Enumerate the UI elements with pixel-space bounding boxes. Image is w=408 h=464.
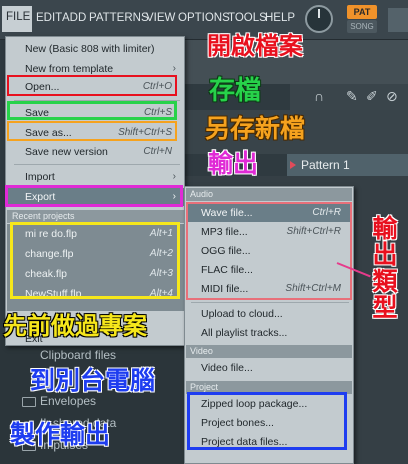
save-highlight-box — [7, 101, 177, 120]
pencil-icon[interactable]: ✎ — [346, 88, 358, 105]
menubar: FILE EDIT ADD PATTERNS VIEW OPTIONS TOOL… — [0, 0, 408, 40]
annotation-save-as: 另存新檔 — [205, 114, 306, 143]
master-volume-knob[interactable] — [305, 5, 333, 33]
play-button[interactable] — [388, 8, 408, 32]
menu-patterns[interactable]: PATTERNS — [89, 12, 149, 24]
menu-divider — [14, 164, 180, 165]
menu-tools[interactable]: TOOLS — [228, 12, 267, 24]
annotation-export-types: 輸出類型 — [372, 214, 398, 322]
shortcut-save-new-version: Ctrl+N — [143, 146, 172, 157]
annotation-open: 開啟檔案 — [207, 32, 303, 60]
menu-item-new-from-template[interactable]: New from template — [25, 63, 113, 75]
submenu-arrow-icon: › — [172, 63, 176, 74]
browser-item-envelopes[interactable]: Envelopes — [40, 394, 96, 408]
pattern-marker-icon — [290, 161, 296, 169]
pattern-label: Pattern 1 — [301, 158, 350, 172]
menu-options[interactable]: OPTIONS — [178, 12, 230, 24]
menu-help[interactable]: HELP — [265, 12, 295, 24]
mute-icon[interactable]: ⊘ — [386, 88, 398, 105]
pattern-selector[interactable]: Pattern 1 — [287, 154, 408, 176]
annotation-export: 輸出 — [208, 149, 259, 178]
project-highlight-box — [187, 392, 347, 450]
menu-item-save-new-version[interactable]: Save new version — [25, 146, 108, 158]
submenu-arrow-icon: › — [172, 171, 176, 182]
audio-header-label: Audio — [190, 189, 214, 199]
browser-item-clipboard[interactable]: Clipboard files — [40, 348, 116, 362]
audio-header: Audio — [186, 188, 352, 201]
annotation-other-pc-1: 到別台電腦 — [30, 366, 156, 395]
annotation-other-pc-2: 製作輸出 — [10, 420, 111, 449]
export-highlight-box — [5, 185, 183, 207]
annotation-save: 存檔 — [209, 76, 262, 106]
menu-add[interactable]: ADD — [62, 12, 86, 24]
open-highlight-box — [7, 75, 177, 96]
menu-divider — [191, 302, 349, 303]
pat-mode-button[interactable]: PAT — [347, 5, 377, 19]
tool-strip: ∩ ✎ ✐ ⊘ — [290, 84, 408, 110]
recent-highlight-box — [10, 222, 180, 299]
song-mode-button[interactable]: SONG — [347, 20, 377, 33]
menu-item-new[interactable]: New (Basic 808 with limiter) — [25, 43, 155, 55]
folder-icon — [22, 397, 36, 407]
annotation-recent: 先前做過專案 — [3, 312, 147, 340]
project-header-label: Project — [190, 382, 219, 392]
menu-item-import[interactable]: Import — [25, 171, 55, 183]
audio-types-highlight-box — [186, 202, 352, 300]
menu-view[interactable]: VIEW — [146, 12, 175, 24]
paint-icon[interactable]: ✐ — [366, 88, 378, 105]
video-header-label: Video — [190, 346, 213, 356]
save-as-highlight-box — [7, 121, 177, 141]
export-all-playlist-tracks[interactable]: All playlist tracks... — [201, 327, 287, 339]
export-upload-cloud[interactable]: Upload to cloud... — [201, 308, 283, 320]
recent-projects-label: Recent projects — [12, 211, 75, 221]
menu-file[interactable]: FILE — [2, 6, 32, 32]
menu-edit[interactable]: EDIT — [36, 12, 62, 24]
export-video[interactable]: Video file... — [201, 362, 253, 374]
video-header: Video — [186, 345, 352, 358]
magnet-icon[interactable]: ∩ — [314, 88, 324, 104]
